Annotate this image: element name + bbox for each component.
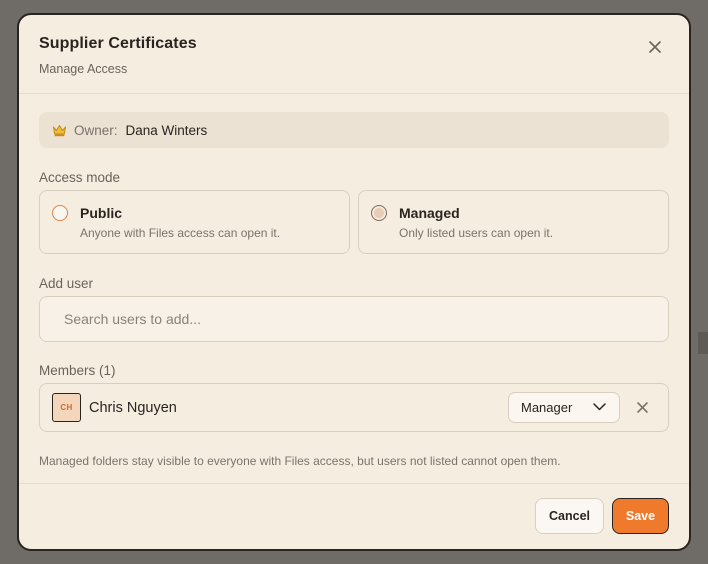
access-mode-public[interactable]: Public Anyone with Files access can open… xyxy=(39,190,350,254)
dialog-header: Supplier Certificates Manage Access xyxy=(19,15,689,94)
dialog-footer: Cancel Save xyxy=(19,483,689,549)
close-button[interactable] xyxy=(647,39,663,55)
mode-title: Public xyxy=(80,205,123,221)
owner-label: Owner: xyxy=(74,122,118,138)
add-user-label: Add user xyxy=(39,276,94,291)
helper-note: Managed folders stay visible to everyone… xyxy=(39,454,561,468)
member-row: CH Chris Nguyen Manager xyxy=(39,383,669,432)
members-label: Members (1) xyxy=(39,363,116,378)
crown-icon xyxy=(52,124,67,137)
public-radio[interactable] xyxy=(52,205,68,221)
access-mode-label: Access mode xyxy=(39,170,121,185)
close-icon xyxy=(649,41,661,53)
save-button[interactable]: Save xyxy=(612,498,669,534)
role-select[interactable]: Manager xyxy=(508,392,620,423)
remove-member-button[interactable] xyxy=(636,401,649,414)
access-mode-options: Public Anyone with Files access can open… xyxy=(39,190,669,254)
backdrop xyxy=(698,332,708,354)
remove-icon xyxy=(637,402,648,413)
owner-bar: Owner: Dana Winters xyxy=(39,112,669,148)
dialog-body: Owner: Dana Winters Access mode Public A… xyxy=(19,94,689,468)
access-mode-managed[interactable]: Managed Only listed users can open it. xyxy=(358,190,669,254)
managed-radio[interactable] xyxy=(371,205,387,221)
owner-name: Dana Winters xyxy=(125,122,208,138)
dialog-subtitle: Manage Access xyxy=(39,62,128,76)
mode-title: Managed xyxy=(399,205,460,221)
cancel-button[interactable]: Cancel xyxy=(535,498,604,534)
chevron-down-icon xyxy=(593,403,606,411)
dialog-title: Supplier Certificates xyxy=(39,35,197,52)
avatar: CH xyxy=(52,393,81,422)
access-dialog: Supplier Certificates Manage Access Owne… xyxy=(17,13,691,551)
role-value: Manager xyxy=(521,400,573,415)
mode-description: Anyone with Files access can open it. xyxy=(80,226,281,240)
user-search-input[interactable] xyxy=(39,296,669,342)
member-name: Chris Nguyen xyxy=(89,399,177,416)
mode-description: Only listed users can open it. xyxy=(399,226,554,240)
